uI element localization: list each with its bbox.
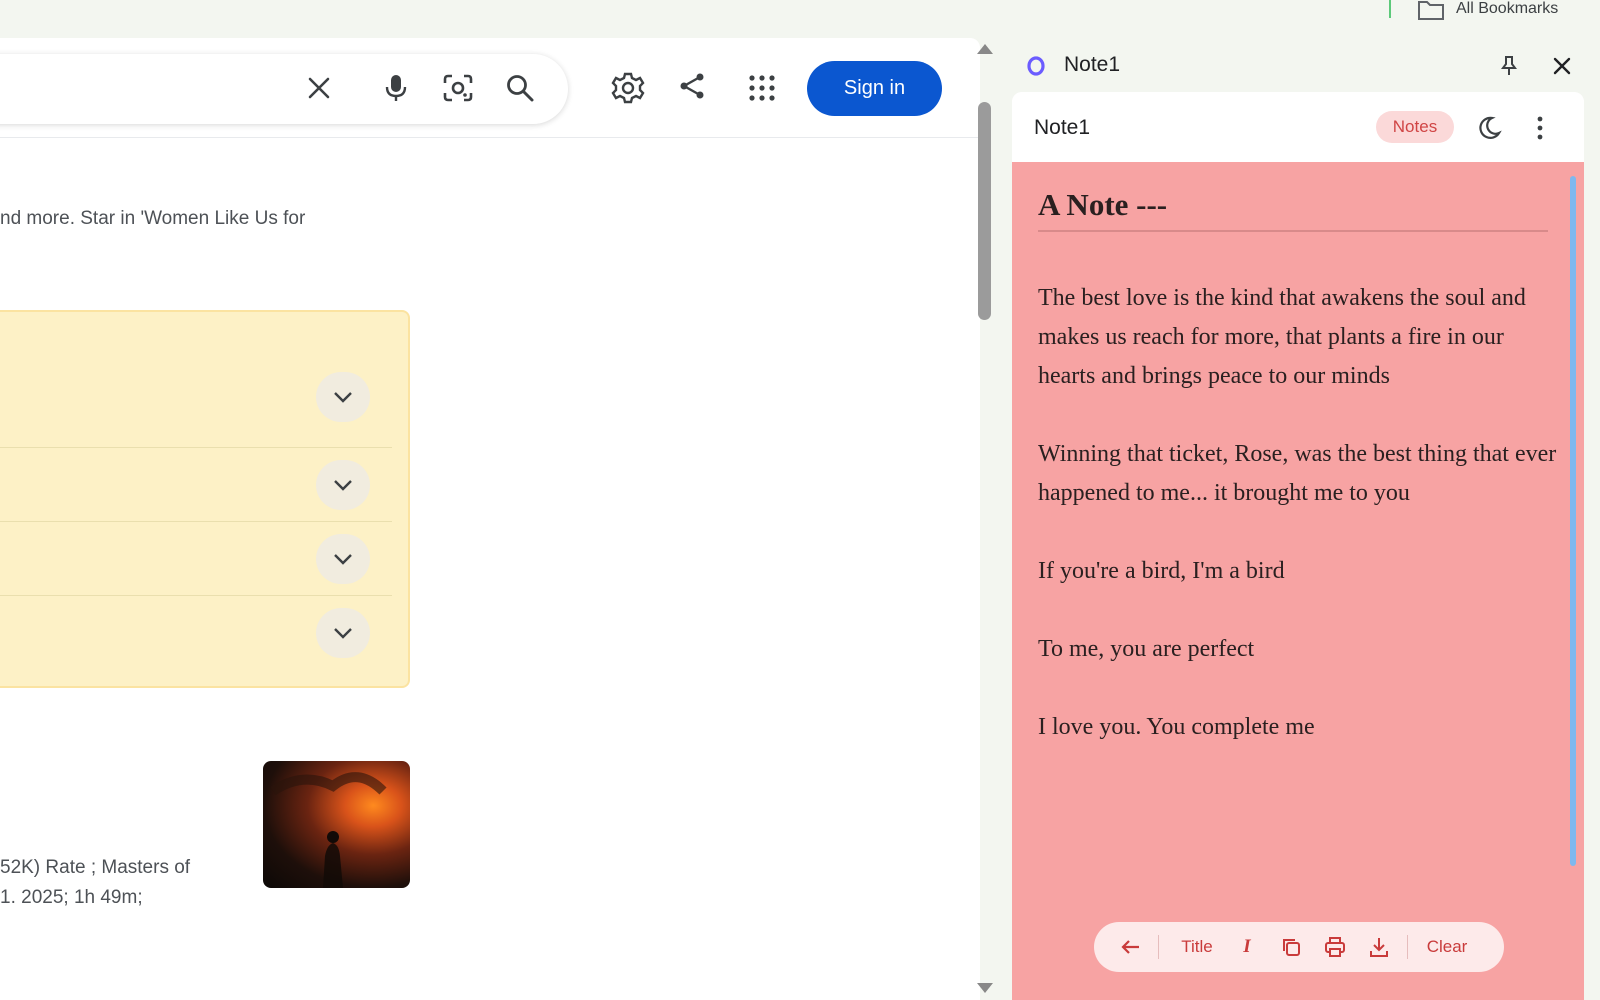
toolbar-divider xyxy=(1407,935,1408,959)
faq-row[interactable] xyxy=(0,312,392,448)
result-snippet-bottom: 52K) Rate ; Masters of 1. 2025; 1h 49m; xyxy=(0,853,190,913)
search-input[interactable] xyxy=(0,54,568,124)
kebab-menu-icon[interactable] xyxy=(1528,114,1552,142)
folder-icon[interactable] xyxy=(1417,0,1445,20)
note-paragraph[interactable]: If you're a bird, I'm a bird xyxy=(1038,552,1558,591)
italic-button[interactable]: I xyxy=(1225,922,1269,972)
microphone-icon[interactable] xyxy=(378,70,414,106)
download-icon[interactable] xyxy=(1357,922,1401,972)
print-icon[interactable] xyxy=(1313,922,1357,972)
share-icon[interactable] xyxy=(674,68,710,104)
moon-icon[interactable] xyxy=(1475,114,1503,142)
result-thumbnail[interactable] xyxy=(263,761,410,888)
note-editor[interactable]: A Note --- The best love is the kind tha… xyxy=(1012,162,1584,1000)
note-toolbar: Title I Clear xyxy=(1094,922,1504,972)
sign-in-button[interactable]: Sign in xyxy=(807,61,942,116)
browser-page: Sign in nd more. Star in 'Women Like Us … xyxy=(0,38,980,1000)
close-icon[interactable] xyxy=(301,70,337,106)
copy-icon[interactable] xyxy=(1269,922,1313,972)
notes-extension-icon[interactable] xyxy=(1026,56,1046,76)
title-button[interactable]: Title xyxy=(1169,922,1225,972)
chevron-down-icon[interactable] xyxy=(316,608,370,658)
note-name[interactable]: Note1 xyxy=(1034,116,1090,140)
note-scrollbar[interactable] xyxy=(1570,176,1576,866)
note-content[interactable]: The best love is the kind that awakens t… xyxy=(1038,279,1558,786)
close-icon[interactable] xyxy=(1550,54,1574,78)
apps-grid-icon[interactable] xyxy=(744,70,780,106)
settings-icon[interactable] xyxy=(610,70,646,106)
chevron-down-icon[interactable] xyxy=(316,534,370,584)
notes-button[interactable]: Notes xyxy=(1376,111,1454,143)
side-panel: Note1 Note1 Notes A Note --- The best lo… xyxy=(998,38,1600,1000)
lens-icon[interactable] xyxy=(440,70,476,106)
search-header: Sign in xyxy=(0,38,980,138)
chevron-down-icon[interactable] xyxy=(316,460,370,510)
faq-row[interactable] xyxy=(0,596,392,670)
bookmarks-divider xyxy=(1389,0,1391,18)
scroll-down-arrow[interactable] xyxy=(977,983,993,993)
side-panel-titlebar: Note1 xyxy=(998,38,1600,94)
page-scrollbar[interactable] xyxy=(978,102,991,320)
clear-button[interactable]: Clear xyxy=(1422,922,1472,972)
note-paragraph[interactable]: I love you. You complete me xyxy=(1038,708,1558,747)
bookmarks-bar: All Bookmarks xyxy=(0,0,1600,38)
note-header: Note1 Notes xyxy=(1012,92,1584,162)
heading-divider xyxy=(1038,230,1548,232)
scroll-up-arrow[interactable] xyxy=(977,44,993,54)
arrow-left-icon[interactable] xyxy=(1114,922,1148,972)
note-paragraph[interactable]: To me, you are perfect xyxy=(1038,630,1558,669)
chevron-down-icon[interactable] xyxy=(316,372,370,422)
note-card: Note1 Notes A Note --- The best love is … xyxy=(1012,92,1584,1000)
note-paragraph[interactable]: The best love is the kind that awakens t… xyxy=(1038,279,1558,396)
pin-icon[interactable] xyxy=(1497,54,1521,78)
note-paragraph[interactable]: Winning that ticket, Rose, was the best … xyxy=(1038,435,1558,513)
side-panel-title: Note1 xyxy=(1064,53,1121,76)
all-bookmarks-label[interactable]: All Bookmarks xyxy=(1456,0,1558,18)
people-also-ask-box xyxy=(0,310,410,688)
snippet-line: 52K) Rate ; Masters of xyxy=(0,857,191,878)
note-heading[interactable]: A Note --- xyxy=(1038,187,1167,223)
search-icon[interactable] xyxy=(502,70,538,106)
snippet-line: 1. 2025; 1h 49m; xyxy=(0,887,143,908)
faq-row[interactable] xyxy=(0,448,392,522)
faq-row[interactable] xyxy=(0,522,392,596)
result-snippet-top: nd more. Star in 'Women Like Us for xyxy=(0,208,306,229)
toolbar-divider xyxy=(1158,935,1159,959)
